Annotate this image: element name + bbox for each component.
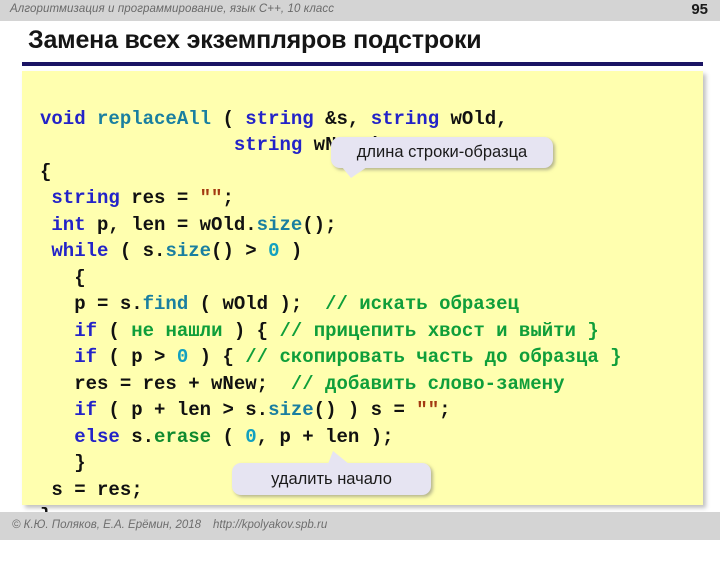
callout-remove-start-label: удалить начало: [271, 469, 392, 488]
callout-remove-start: удалить начало: [232, 451, 431, 495]
callout-pattern-length: длина строки-образца: [331, 137, 553, 178]
code-line: else s.erase ( 0, p + len );: [74, 425, 394, 448]
code-line: if ( p + len > s.size() ) s = "";: [74, 399, 451, 421]
callout-tail-icon: [328, 451, 349, 464]
code-line: int p, len = wOld.size();: [51, 213, 337, 236]
page-number: 95: [691, 1, 708, 18]
page-title: Замена всех экземпляров подстроки: [28, 26, 482, 54]
code-line: void replaceAll ( string &s, string wOld…: [40, 107, 508, 130]
code-line: res = res + wNew; // добавить слово-заме…: [40, 372, 565, 395]
callout-tail-icon: [342, 167, 367, 178]
header-band: Алгоритмизация и программирование, язык …: [0, 0, 720, 21]
callout-pattern-length-label: длина строки-образца: [356, 143, 528, 161]
code-line: if ( не нашли ) { // прицепить хвост и в…: [74, 319, 599, 342]
code-line: while ( s.size() > 0 ): [51, 240, 303, 262]
code-line: {: [40, 266, 86, 289]
footer-url: http://kpolyakov.spb.ru: [213, 519, 328, 531]
code-line: string res = "";: [51, 187, 234, 209]
footer-band: © К.Ю. Поляков, Е.А. Ерёмин, 2018 http:/…: [0, 512, 720, 540]
code-line: p = s.find ( wOld ); // искать образец: [40, 293, 519, 315]
title-divider: [22, 62, 703, 66]
course-title: Алгоритмизация и программирование, язык …: [10, 3, 335, 15]
code-line: if ( p > 0 ) { // скопировать часть до о…: [74, 346, 622, 368]
footer-copyright: © К.Ю. Поляков, Е.А. Ерёмин, 2018: [12, 519, 202, 531]
